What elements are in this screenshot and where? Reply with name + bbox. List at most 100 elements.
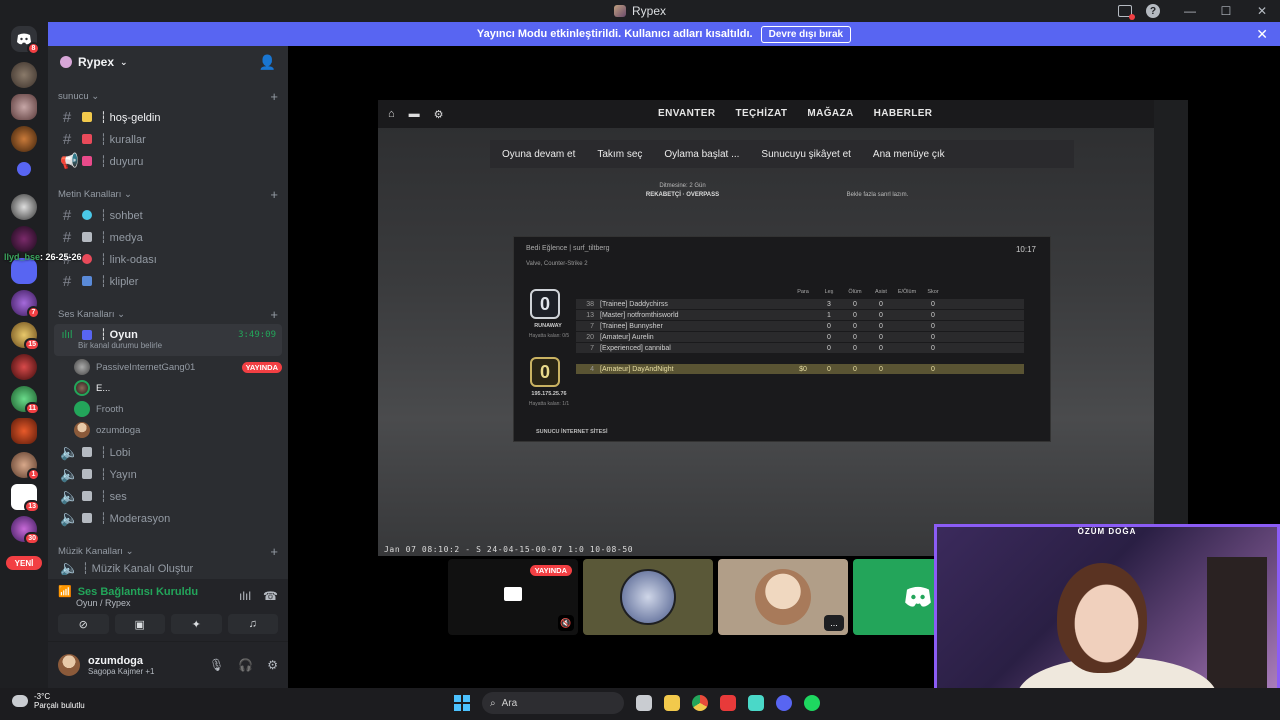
channel-label: ┆ ses — [100, 490, 127, 503]
headphones-icon[interactable]: 🎧 — [238, 658, 253, 672]
discord-taskbar-icon[interactable] — [776, 695, 792, 711]
server-icon[interactable] — [11, 418, 37, 444]
youtube-icon[interactable] — [720, 695, 736, 711]
noise-suppression-icon[interactable]: ılıl — [239, 589, 251, 603]
speaker-icon: 🔈 — [60, 444, 79, 461]
channel-label: ┆ Yayın — [100, 468, 137, 481]
screen-share-button[interactable]: ▣ — [114, 614, 165, 634]
voice-status-text[interactable]: Ses Bağlantısı Kuruldu — [78, 586, 198, 598]
app-icon[interactable] — [748, 695, 764, 711]
col-header: Leş — [824, 289, 834, 295]
voice-channel-yayin[interactable]: 🔈 ┆ Yayın — [54, 463, 282, 485]
discord-logo-icon — [905, 586, 931, 607]
voice-user-name: ozumdoga — [96, 424, 141, 436]
participant-tile-stream[interactable]: YAYINDA 🔇 — [448, 559, 578, 635]
server-icon[interactable] — [11, 62, 37, 88]
activities-button[interactable]: ✦ — [171, 614, 222, 634]
game-nav-item: HABERLER — [873, 108, 933, 119]
voice-user[interactable]: E... — [74, 378, 282, 398]
scoreboard-time: 10:17 — [1015, 245, 1036, 254]
avatar — [620, 569, 676, 625]
server-icon[interactable] — [11, 226, 37, 252]
muted-icon: 🔇 — [558, 615, 574, 631]
table-row: 20 [Amateur] Aurelin 0 0 0 0 — [576, 332, 1024, 343]
taskbar-search[interactable]: ⌕ Ara — [482, 692, 624, 714]
voice-user[interactable]: PassiveInternetGang01 YAYINDA — [74, 357, 282, 377]
voice-channel-moderasyon[interactable]: 🔈 ┆ Moderasyon — [54, 507, 282, 529]
row-stat: 0 — [853, 322, 857, 330]
channel-hos-geldin[interactable]: # ┆ hoş-geldin — [54, 106, 282, 128]
category-metin[interactable]: Metin Kanalları ⌄ + — [48, 184, 288, 204]
create-channel-icon[interactable]: + — [270, 307, 278, 322]
stream-video[interactable]: ⌂ ▬ ⚙ ENVANTER TEÇHİZAT MAĞAZA HABERLER … — [378, 100, 1188, 556]
category-label: sunucu — [58, 90, 89, 102]
announcement-channel-icon: 📢 — [60, 153, 79, 170]
voice-channel-ses[interactable]: 🔈 ┆ ses — [54, 485, 282, 507]
server-icon[interactable] — [11, 126, 37, 152]
invite-people-icon[interactable]: 👤 — [259, 54, 276, 71]
close-window-button[interactable]: ✕ — [1244, 0, 1280, 22]
file-explorer-icon[interactable] — [664, 695, 680, 711]
voice-user[interactable]: ozumdoga — [74, 420, 282, 440]
server-icon[interactable]: 1 — [11, 452, 40, 481]
weather-widget[interactable]: -3°C Parçalı bulutlu — [12, 692, 85, 710]
server-icon[interactable] — [11, 354, 37, 380]
unread-badge: 8 — [27, 42, 40, 55]
signal-icon: 📶 — [58, 586, 72, 598]
task-view-icon[interactable] — [636, 695, 652, 711]
disable-streamer-mode-button[interactable]: Devre dışı bırak — [760, 25, 852, 43]
participant-tile[interactable]: ... — [718, 559, 848, 635]
voice-channel-oyun[interactable]: ılıl ┆ Oyun 3:49:09 Bir kanal durumu bel… — [54, 324, 282, 356]
channel-medya[interactable]: # ┆ medya — [54, 226, 282, 248]
server-icon[interactable]: 30 — [11, 516, 40, 545]
server-icon[interactable]: 11 — [11, 386, 40, 415]
minimize-button[interactable]: — — [1172, 0, 1208, 22]
server-icon[interactable]: 13 — [11, 484, 40, 513]
server-website-link: SUNUCU İNTERNET SİTESİ — [536, 429, 608, 435]
channel-link-odasi[interactable]: # ┆ link-odası — [54, 248, 282, 270]
gear-icon[interactable]: ⚙ — [267, 658, 278, 672]
server-icon[interactable] — [11, 194, 37, 220]
match-header: Ditmesine: 2 Gün REKABETÇİ · OVERPASS Be… — [590, 182, 980, 206]
avatar[interactable] — [58, 654, 80, 676]
col-header: Asist — [875, 289, 887, 295]
channel-duyuru[interactable]: 📢 ┆ duyuru — [54, 150, 282, 172]
disconnect-icon[interactable]: ☎ — [263, 589, 278, 603]
maximize-button[interactable]: ☐ — [1208, 0, 1244, 22]
channel-kurallar[interactable]: # ┆ kurallar — [54, 128, 282, 150]
microphone-icon[interactable]: 🎙 — [209, 658, 224, 672]
voice-channel-muzik[interactable]: 🔈 ┆ Müzik Kanalı Oluştur — [54, 561, 282, 575]
ping-name: llyd_bse — [4, 252, 41, 262]
channel-label: ┆ Oyun — [100, 329, 138, 341]
server-header[interactable]: Rypex ⌄ 👤 — [48, 46, 288, 78]
camera-off-button[interactable]: ⊘ — [58, 614, 109, 634]
start-button[interactable] — [454, 695, 470, 711]
row-stat: 0 — [931, 300, 935, 308]
server-icon-rypex[interactable] — [11, 94, 37, 120]
voice-user[interactable]: Frooth — [74, 399, 282, 419]
more-options-button[interactable]: ... — [824, 615, 844, 631]
server-icon[interactable]: 15 — [11, 322, 40, 351]
channel-status-prompt[interactable]: Bir kanal durumu belirle — [78, 341, 162, 350]
create-channel-icon[interactable]: + — [270, 89, 278, 104]
soundboard-button[interactable]: ♫ — [227, 614, 278, 634]
chrome-icon[interactable] — [692, 695, 708, 711]
server-icon[interactable]: 7 — [11, 290, 40, 319]
direct-messages-button[interactable]: 8 — [11, 26, 40, 55]
category-sunucu[interactable]: sunucu ⌄ + — [48, 86, 288, 106]
inbox-icon[interactable] — [1118, 5, 1135, 20]
channel-label: ┆ hoş-geldin — [100, 111, 161, 124]
help-icon[interactable]: ? — [1146, 4, 1160, 18]
folder-icon[interactable] — [17, 162, 31, 176]
channel-sohbet[interactable]: # ┆ sohbet — [54, 204, 282, 226]
category-ses[interactable]: Ses Kanalları ⌄ + — [48, 304, 288, 324]
create-channel-icon[interactable]: + — [270, 544, 278, 559]
channel-klipler[interactable]: # ┆ klipler — [54, 270, 282, 292]
voice-channel-lobi[interactable]: 🔈 ┆ Lobi — [54, 441, 282, 463]
close-icon[interactable]: ✕ — [1256, 26, 1268, 43]
spotify-icon[interactable] — [804, 695, 820, 711]
row-rank: 20 — [586, 333, 594, 341]
category-muzik[interactable]: Müzik Kanalları ⌄ + — [48, 541, 288, 561]
create-channel-icon[interactable]: + — [270, 187, 278, 202]
participant-tile[interactable] — [583, 559, 713, 635]
